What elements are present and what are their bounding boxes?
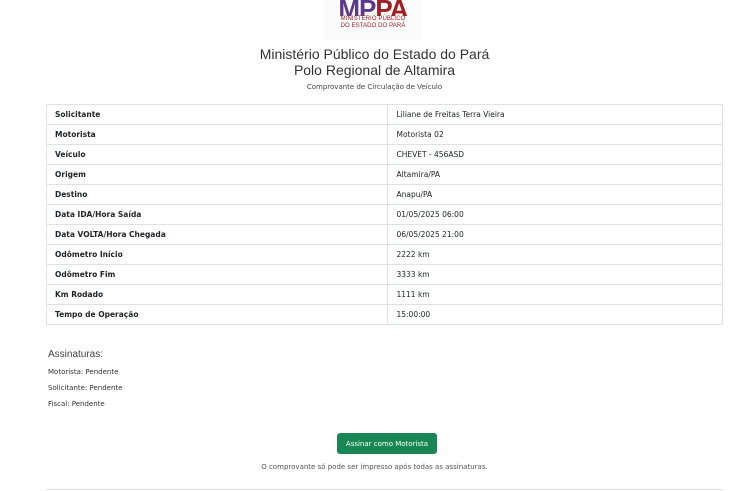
row-value: Anapu/PA — [387, 184, 723, 205]
table-row: Veículo CHEVET - 456ASD — [45, 144, 723, 165]
table-row: Km Rodado 1111 km — [45, 284, 723, 305]
logo-line-1: MINISTÉRIO PÚBLICO — [340, 16, 406, 22]
logo-mark: MPPA — [338, 0, 408, 16]
print-note: O comprovante só pode ser impresso após … — [261, 463, 488, 471]
row-label: Km Rodado — [45, 284, 389, 305]
row-value: 01/05/2025 06:00 — [387, 204, 723, 225]
signature-driver-status: Motorista: Pendente — [48, 368, 119, 376]
logo-line-2: DO ESTADO DO PARÁ — [340, 23, 406, 29]
row-label: Odômetro Fim — [45, 264, 389, 285]
row-value: 2222 km — [387, 244, 723, 265]
row-value: 1111 km — [387, 284, 723, 305]
document-type: Comprovante de Circulação de Veículo — [306, 83, 443, 91]
table-row: Data IDA/Hora Saída 01/05/2025 06:00 — [45, 204, 723, 225]
row-label: Origem — [45, 164, 389, 185]
table-row: Odômetro Início 2222 km — [45, 244, 723, 265]
row-value: Altamira/PA — [387, 164, 723, 185]
signature-inspector-status: Fiscal: Pendente — [48, 400, 105, 408]
row-value: 06/05/2025 21:00 — [387, 224, 723, 245]
row-label: Data VOLTA/Hora Chegada — [45, 224, 389, 245]
row-label: Veículo — [45, 144, 389, 165]
table-row: Solicitante Liliane de Freitas Terra Viei… — [45, 104, 723, 125]
row-value: 15:00:00 — [387, 304, 723, 325]
row-value: CHEVET - 456ASD — [387, 144, 723, 165]
row-label: Data IDA/Hora Saída — [45, 204, 389, 225]
table-row: Origem Altamira/PA — [45, 164, 723, 185]
row-value: 3333 km — [387, 264, 723, 285]
table-row: Destino Anapu/PA — [45, 184, 723, 205]
signature-requester-status: Solicitante: Pendente — [48, 384, 123, 392]
page-subtitle: Polo Regional de Altamira — [293, 62, 456, 78]
row-value: Motorista 02 — [387, 124, 723, 145]
sign-as-driver-button[interactable]: Assinar como Motorista — [337, 433, 437, 454]
table-row: Tempo de Operação 15:00:00 — [45, 304, 723, 325]
row-label: Destino — [45, 184, 389, 205]
row-value: Liliane de Freitas Terra Vieira — [387, 104, 723, 125]
table-row: Motorista Motorista 02 — [45, 124, 723, 145]
row-label: Odômetro Início — [45, 244, 389, 265]
row-label: Motorista — [45, 124, 389, 145]
mppa-logo: MPPA MINISTÉRIO PÚBLICO DO ESTADO DO PAR… — [324, 0, 422, 40]
row-label: Solicitante — [45, 104, 389, 125]
table-row: Odômetro Fim 3333 km — [45, 264, 723, 285]
row-label: Tempo de Operação — [45, 304, 389, 325]
divider — [46, 489, 723, 490]
trip-details-table: Solicitante Liliane de Freitas Terra Viei… — [45, 104, 723, 325]
page-title: Ministério Público do Estado do Pará — [259, 46, 490, 62]
table-row: Data VOLTA/Hora Chegada 06/05/2025 21:00 — [45, 224, 723, 245]
signatures-heading: Assinaturas: — [48, 349, 104, 360]
page: MPPA MINISTÉRIO PÚBLICO DO ESTADO DO PAR… — [0, 0, 749, 491]
